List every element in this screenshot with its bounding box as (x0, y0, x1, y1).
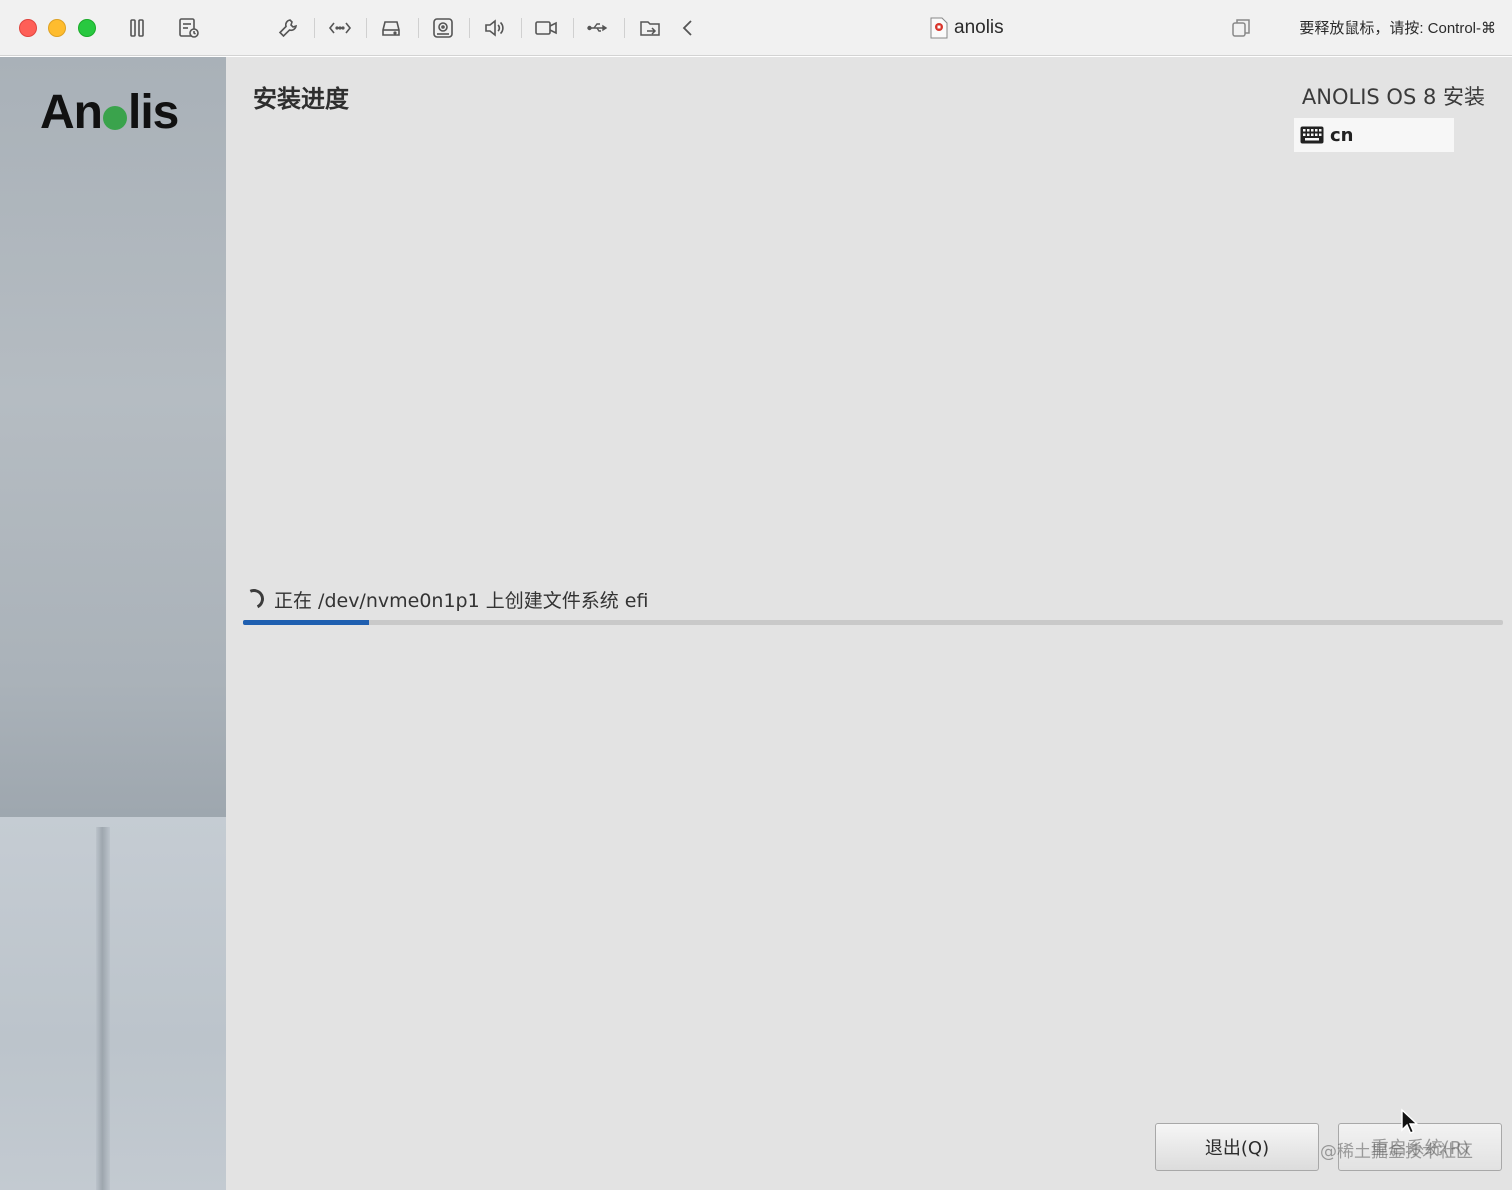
shared-folder-icon[interactable] (639, 16, 663, 40)
camera-icon[interactable] (534, 16, 558, 40)
keyboard-icon (1300, 126, 1324, 144)
logo-text-left: An (40, 86, 103, 139)
minimize-window-button[interactable] (48, 19, 66, 37)
quit-button[interactable]: 退出(Q) (1155, 1123, 1319, 1171)
close-window-button[interactable] (19, 19, 37, 37)
zoom-window-button[interactable] (78, 19, 96, 37)
window-restore-icon[interactable] (1229, 16, 1253, 40)
watermark-text: @稀土掘金技术社区 (1320, 1142, 1473, 1162)
product-title: ANOLIS OS 8 安装 (1301, 85, 1485, 109)
mouse-cursor-icon (1400, 1108, 1420, 1136)
snapshot-icon[interactable] (177, 16, 201, 40)
cdrom-icon[interactable] (431, 16, 455, 40)
logo-leaf-icon (102, 106, 127, 130)
window-title: anolis (930, 14, 1004, 42)
install-status-text: 正在 /dev/nvme0n1p1 上创建文件系统 efi (274, 589, 649, 612)
settings-wrench-icon[interactable] (276, 16, 300, 40)
window-title-bar: anolis 要释放鼠标，请按: Control-⌘ (0, 0, 1512, 56)
keyboard-layout-label: cn (1330, 124, 1354, 146)
sidebar-background-lower (0, 817, 226, 1190)
network-icon[interactable] (328, 16, 352, 40)
collapse-chevron-icon[interactable] (676, 16, 700, 40)
sound-icon[interactable] (482, 16, 506, 40)
anolis-logo: An lis (40, 85, 179, 140)
usb-icon[interactable] (586, 16, 610, 40)
sidebar-background-stripe (96, 827, 110, 1190)
keyboard-layout-indicator[interactable]: cn (1294, 118, 1454, 152)
pause-icon[interactable] (125, 16, 149, 40)
vm-document-icon (930, 17, 948, 39)
page-title: 安装进度 (253, 85, 349, 113)
window-title-text: anolis (954, 17, 1004, 38)
installer-sidebar: An lis (0, 57, 226, 1190)
logo-text-right: lis (127, 86, 179, 139)
install-progress-bar (243, 620, 1503, 625)
disk-icon[interactable] (379, 16, 403, 40)
spinner-icon (241, 586, 267, 612)
install-progress-fill (243, 620, 369, 625)
installer-main-panel: 安装进度 ANOLIS OS 8 安装 cn 正在 /dev/nvme0n1p1… (226, 57, 1512, 1190)
release-mouse-hint: 要释放鼠标，请按: Control-⌘ (1299, 20, 1496, 37)
install-status-row: 正在 /dev/nvme0n1p1 上创建文件系统 efi (241, 584, 649, 614)
